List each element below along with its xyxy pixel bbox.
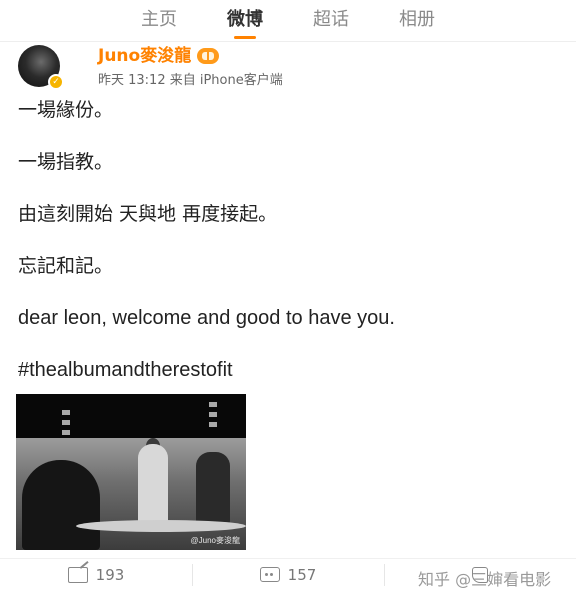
post-timestamp: 昨天 13:12 来自 iPhone客户端: [98, 73, 283, 88]
image-table: [76, 520, 246, 532]
avatar[interactable]: ✓: [18, 45, 64, 90]
tab-super-topic[interactable]: 超话: [288, 0, 374, 41]
hashtag-link[interactable]: #thealbumandtherestofit: [18, 356, 558, 384]
verified-badge-icon: ✓: [48, 74, 64, 90]
post-header: ✓ Juno麥浚龍 昨天 13:12 来自 iPhone客户端: [18, 45, 283, 90]
post-line: 忘記和記。: [18, 255, 114, 277]
post-line: 一場緣份。: [18, 99, 114, 121]
image-vertical-text: [62, 410, 72, 435]
user-meta: Juno麥浚龍 昨天 13:12 来自 iPhone客户端: [98, 46, 283, 88]
comment-button[interactable]: 157: [192, 560, 384, 590]
comment-count: 157: [287, 565, 317, 584]
post-body: 一場緣份。 一場指教。 由這刻開始 天與地 再度接起。 忘記和記。 dear l…: [18, 96, 558, 408]
username-row: Juno麥浚龍: [98, 46, 283, 66]
tab-album[interactable]: 相册: [374, 0, 460, 41]
post-line: dear leon, welcome and good to have you.: [18, 307, 395, 329]
image-watermark: @Juno麥浚龍: [190, 536, 240, 545]
zhihu-watermark: 知乎 @三婶看电影: [418, 570, 552, 589]
tab-home[interactable]: 主页: [116, 0, 202, 41]
tab-weibo[interactable]: 微博: [202, 0, 288, 41]
username-link[interactable]: Juno麥浚龍: [98, 46, 191, 66]
image-photo: [16, 438, 246, 550]
profile-tabs: 主页 微博 超话 相册: [0, 0, 576, 42]
repost-count: 193: [95, 565, 125, 584]
post-image[interactable]: @Juno麥浚龍: [16, 394, 246, 550]
image-vertical-text: [209, 402, 219, 427]
image-figure: [138, 444, 168, 524]
image-figure: [22, 460, 100, 550]
post-line: 由這刻開始 天與地 再度接起。: [18, 203, 278, 225]
vip-membership-icon[interactable]: [197, 48, 220, 64]
repost-icon: [67, 566, 88, 583]
image-figure: [196, 452, 230, 524]
post-line: 一場指教。: [18, 151, 114, 173]
comment-icon: [259, 567, 280, 582]
repost-button[interactable]: 193: [0, 560, 192, 590]
